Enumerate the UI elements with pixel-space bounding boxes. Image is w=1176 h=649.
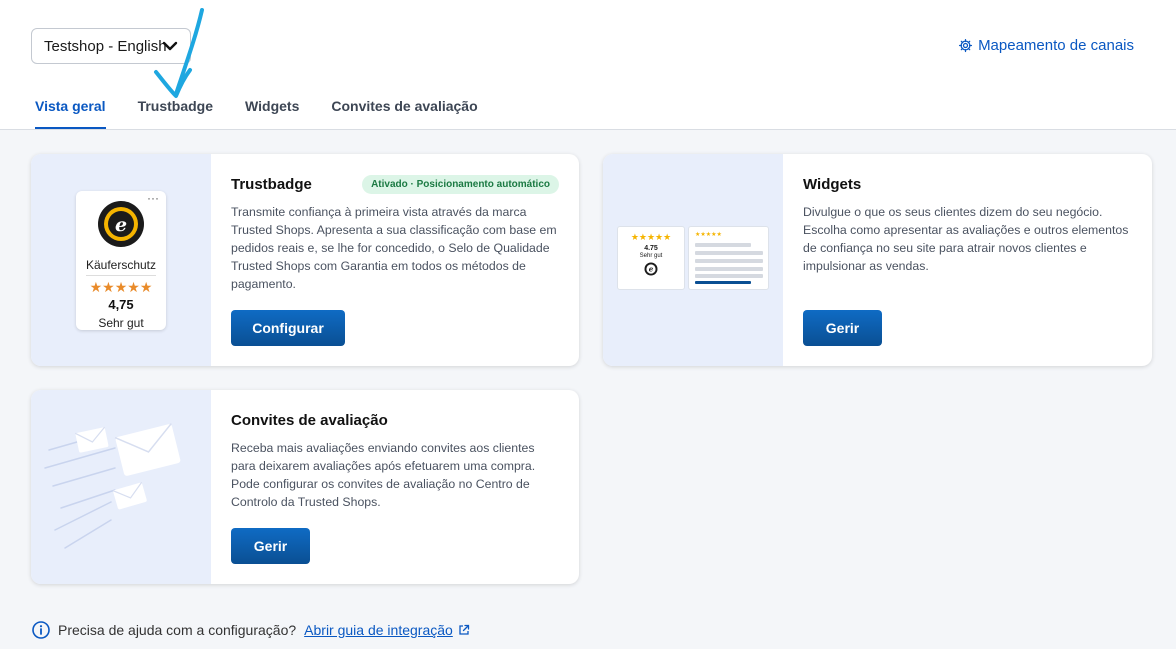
trustbadge-description: Transmite confiança à primeira vista atr… (231, 205, 557, 291)
widgets-visual: ★★★★★ 4.75 Sehr gut e ★★★★★ (603, 154, 783, 366)
placeholder-line (695, 274, 763, 278)
tab-bar: Vista geral Trustbadge Widgets Convites … (35, 98, 478, 129)
more-icon: ··· (147, 191, 159, 205)
widgets-title: Widgets (803, 176, 862, 193)
star-rating-icon: ★★★★★ (695, 232, 722, 238)
trustbadge-preview: ··· e Käuferschutz ★★★★★ 4,75 Sehr gut (76, 191, 166, 330)
star-rating-icon: ★★★★★ (630, 232, 672, 242)
widgets-content: Widgets Divulgue o que os seus clientes … (803, 176, 1132, 275)
review-invites-card: Convites de avaliação Receba mais avalia… (31, 390, 579, 584)
top-bar: Testshop - English Mapeamento de canais … (0, 0, 1176, 130)
svg-text:e: e (115, 214, 127, 236)
svg-text:e: e (649, 265, 654, 274)
placeholder-line (695, 267, 763, 271)
info-icon (32, 621, 50, 639)
divider (86, 275, 156, 276)
shop-select-value: Testshop - English (44, 37, 167, 55)
trusted-shops-seal-icon: e (644, 262, 658, 276)
placeholder-line (695, 281, 751, 284)
trustbadge-preview-label: Käuferschutz (85, 258, 157, 272)
trustbadge-content: Trustbadge Transmite confiança à primeir… (231, 176, 559, 293)
placeholder-line (695, 251, 763, 255)
chevron-down-icon (162, 41, 178, 51)
review-invites-visual (31, 390, 211, 584)
external-link-icon (459, 624, 469, 635)
trustbadge-card: ··· e Käuferschutz ★★★★★ 4,75 Sehr gut A… (31, 154, 579, 366)
review-invites-description: Receba mais avaliações enviando convites… (231, 441, 536, 509)
review-invites-content: Convites de avaliação Receba mais avalia… (231, 412, 559, 511)
star-rating-icon: ★★★★★ (89, 279, 153, 295)
placeholder-line (695, 259, 763, 263)
widget-preview-rating: Sehr gut (639, 253, 663, 259)
trusted-shops-seal-icon: e (98, 201, 144, 247)
integration-guide-link[interactable]: Abrir guia de integração (304, 622, 453, 638)
gear-icon (959, 38, 973, 53)
widget-preview-list: ★★★★★ (688, 226, 769, 290)
shop-select[interactable]: Testshop - English (31, 28, 191, 64)
tab-trustbadge[interactable]: Trustbadge (138, 98, 213, 129)
tab-overview[interactable]: Vista geral (35, 98, 106, 129)
widget-preview-score: 4.75 (644, 245, 658, 252)
channel-mapping-link[interactable]: Mapeamento de canais (958, 37, 1134, 54)
channel-mapping-label: Mapeamento de canais (978, 37, 1134, 54)
manage-invites-button[interactable]: Gerir (231, 528, 310, 564)
trustbadge-visual: ··· e Käuferschutz ★★★★★ 4,75 Sehr gut (31, 154, 211, 366)
widgets-card: ★★★★★ 4.75 Sehr gut e ★★★★★ Widgets Divu… (603, 154, 1152, 366)
tab-widgets[interactable]: Widgets (245, 98, 299, 129)
placeholder-line (695, 243, 751, 247)
manage-widgets-button[interactable]: Gerir (803, 310, 882, 346)
help-line: Precisa de ajuda com a configuração? Abr… (32, 621, 470, 639)
trustbadge-preview-rating: Sehr gut (98, 316, 144, 330)
trustbadge-title: Trustbadge (231, 176, 312, 193)
widgets-description: Divulgue o que os seus clientes dizem do… (803, 205, 1129, 273)
widget-preview-summary: ★★★★★ 4.75 Sehr gut e (617, 226, 685, 290)
help-text: Precisa de ajuda com a configuração? (58, 622, 297, 638)
tab-review-invites[interactable]: Convites de avaliação (331, 98, 477, 129)
review-invites-title: Convites de avaliação (231, 412, 388, 429)
trustbadge-preview-score: 4,75 (108, 297, 134, 312)
configure-button[interactable]: Configurar (231, 310, 345, 346)
envelopes-icon (44, 423, 181, 549)
